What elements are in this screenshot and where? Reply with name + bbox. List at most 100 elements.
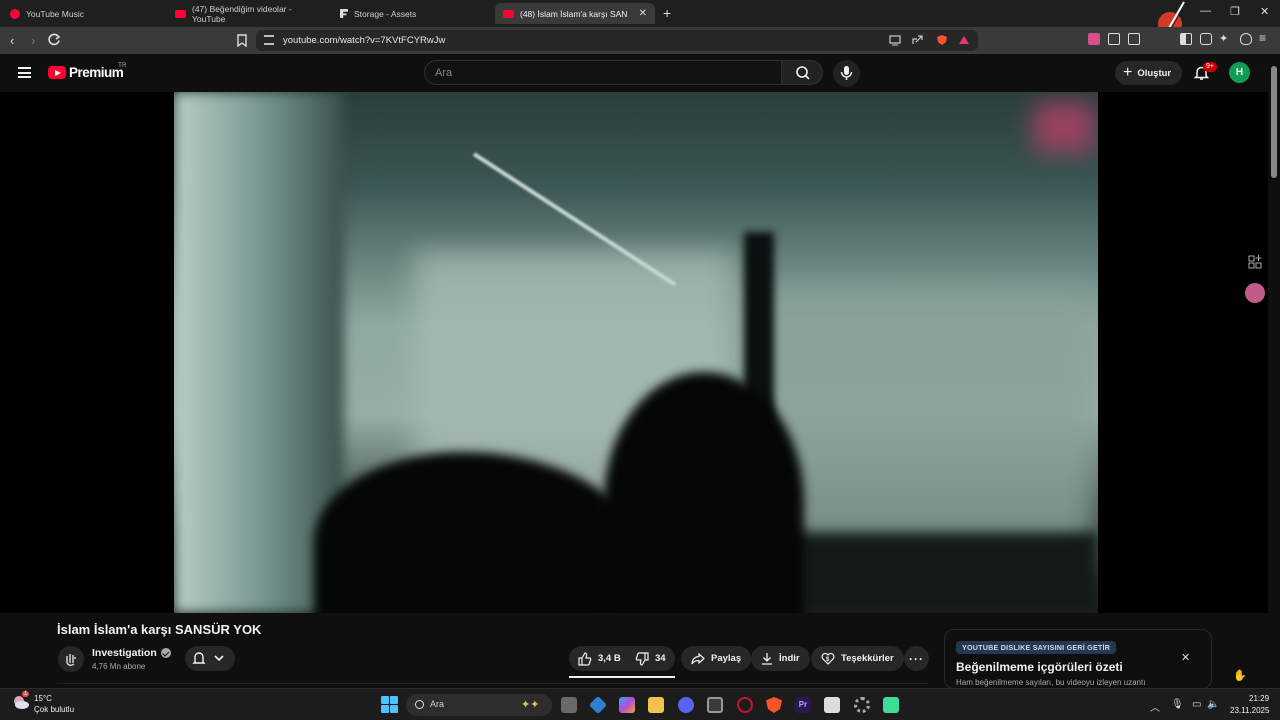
copilot-sparkle-icon: ✦✦ [521, 699, 540, 711]
more-dots-icon: ··· [909, 651, 924, 666]
thanks-button[interactable]: $ Teşekkürler [811, 646, 904, 671]
android-app-icon[interactable] [883, 697, 899, 713]
discord-icon[interactable] [678, 697, 694, 713]
file-explorer-icon[interactable] [648, 697, 664, 713]
brave-browser-icon[interactable] [766, 697, 782, 713]
address-bar[interactable]: youtube.com/watch?v=7KVtFCYRwJw [256, 30, 978, 51]
task-view-icon[interactable] [561, 697, 577, 713]
notification-count-badge: 9+ [1203, 62, 1217, 72]
close-window-button[interactable]: ✕ [1260, 5, 1269, 18]
settings-gear-icon[interactable] [854, 697, 870, 713]
maximize-button[interactable]: ❐ [1230, 5, 1240, 18]
tab-liked-videos[interactable]: (47) Beğendiğim videolar - YouTube [167, 3, 332, 24]
wallet-icon[interactable] [1200, 33, 1212, 45]
like-button[interactable]: 3,4 B [578, 646, 621, 671]
app-icon[interactable] [588, 695, 608, 715]
bookmark-icon[interactable] [237, 34, 247, 47]
close-card-icon[interactable]: ✕ [1181, 651, 1190, 664]
channel-avatar[interactable] [58, 646, 84, 672]
plus-icon: + [1123, 64, 1133, 81]
copilot-icon[interactable] [619, 697, 635, 713]
screen: YouTube Music (47) Beğendiğim videolar -… [0, 0, 1280, 720]
youtube-music-icon [10, 8, 20, 19]
download-button[interactable]: İndir [751, 646, 810, 671]
create-button[interactable]: + Oluştur [1115, 61, 1182, 85]
video-title: İslam İslam'a karşı SANSÜR YOK [57, 622, 262, 637]
clock-time[interactable]: 21:29 [1249, 694, 1269, 703]
region-code: TR [118, 62, 127, 69]
tab-youtube-music[interactable]: YouTube Music [2, 3, 167, 24]
search-input[interactable] [425, 61, 781, 84]
dislike-insights-card: YOUTUBE DISLIKE SAYISINI GERİ GETİR Beğe… [944, 629, 1212, 689]
extension-tag: YOUTUBE DISLIKE SAYISINI GERİ GETİR [956, 641, 1117, 654]
verified-badge-icon [160, 648, 171, 658]
reload-icon[interactable] [48, 33, 61, 46]
hand-icon [66, 654, 76, 666]
leo-ai-icon[interactable]: ✦ [1219, 32, 1228, 45]
subscriber-count: 4,76 Mn abone [92, 662, 146, 671]
translate-extension-icon[interactable] [1245, 283, 1265, 303]
vpn-shield-icon[interactable] [1240, 33, 1252, 45]
cast-icon[interactable] [889, 34, 901, 46]
add-to-queue-icon[interactable] [1245, 252, 1265, 272]
brave-shields-icon[interactable] [936, 34, 948, 46]
minimize-button[interactable]: — [1200, 5, 1211, 17]
close-tab-icon[interactable]: ✕ [639, 8, 647, 19]
premium-logo-text[interactable]: Premium [69, 65, 124, 80]
menu-icon[interactable]: ≡ [1259, 31, 1266, 45]
network-icon[interactable]: ▭ [1192, 699, 1201, 710]
taskbar-search[interactable]: Ara ✦✦ [406, 694, 552, 716]
share-arrow-icon [691, 652, 705, 664]
extensions-puzzle-icon[interactable] [1108, 33, 1120, 45]
brave-rewards-icon[interactable] [958, 34, 970, 46]
share-button[interactable]: Paylaş [681, 646, 752, 671]
dislike-button[interactable]: 34 [635, 646, 666, 671]
search-icon [415, 700, 424, 709]
more-actions-button[interactable]: ··· [904, 646, 929, 671]
back-button[interactable]: ‹ [10, 33, 14, 48]
microphone-icon[interactable]: 🎙 [1171, 699, 1184, 710]
scrollbar-thumb[interactable] [1271, 66, 1277, 178]
subscription-bell-button[interactable] [185, 646, 235, 671]
screenshot-icon[interactable] [1128, 33, 1140, 45]
like-dislike-group: 3,4 B 34 [569, 646, 1196, 671]
share-icon[interactable] [911, 34, 923, 46]
snipping-tool-icon[interactable] [824, 697, 840, 713]
new-tab-button[interactable]: + [663, 5, 671, 21]
volume-icon[interactable]: 🔈 [1207, 699, 1219, 710]
channel-name: Investigation [92, 647, 157, 659]
card-heading: Beğenilmeme içgörüleri özeti [956, 660, 1123, 674]
opera-icon[interactable] [737, 697, 753, 713]
thumbs-up-icon [578, 651, 592, 666]
temperature: 15°C [34, 694, 52, 703]
youtube-icon [503, 9, 514, 18]
youtube-logo-icon[interactable] [48, 66, 66, 79]
chevron-up-icon[interactable]: ︿ [1150, 699, 1160, 714]
windows-start-icon[interactable] [381, 696, 398, 713]
tab-title: (48) İslam İslam'a karşı SANSÜR [520, 8, 627, 19]
microphone-icon [840, 66, 853, 80]
site-settings-icon[interactable] [264, 35, 274, 45]
hamburger-menu-icon[interactable] [18, 67, 31, 78]
gesture-icon[interactable]: ✋ [1233, 669, 1247, 682]
page-scrollbar[interactable] [1268, 54, 1280, 688]
extension-icon[interactable] [1088, 33, 1100, 45]
account-avatar[interactable]: H [1229, 62, 1250, 83]
clock-date[interactable]: 23.11.2025 [1230, 706, 1269, 715]
youtube-header: Premium TR + Oluştur 9+ H [0, 54, 1268, 92]
tab-storage-assets[interactable]: Storage - Assets [332, 3, 492, 24]
voice-search-button[interactable] [833, 60, 860, 87]
sidebar-icon[interactable] [1180, 33, 1192, 45]
video-player[interactable]: ✋ [0, 92, 1268, 682]
tab-current-video[interactable]: (48) İslam İslam'a karşı SANSÜR ✕ [495, 3, 655, 24]
premiere-pro-icon[interactable]: Pr [795, 697, 811, 713]
channel-name-row[interactable]: Investigation [92, 647, 171, 659]
frame-shade [1034, 102, 1094, 152]
search-button[interactable] [781, 60, 823, 85]
dislike-count: 34 [655, 653, 666, 664]
search-icon [796, 66, 810, 80]
card-body: Ham beğenilmeme sayıları, bu videoyu izl… [956, 678, 1146, 687]
browser-tab-strip: YouTube Music (47) Beğendiğim videolar -… [0, 0, 1280, 41]
app-icon[interactable] [707, 697, 723, 713]
forward-button[interactable]: › [31, 33, 35, 48]
